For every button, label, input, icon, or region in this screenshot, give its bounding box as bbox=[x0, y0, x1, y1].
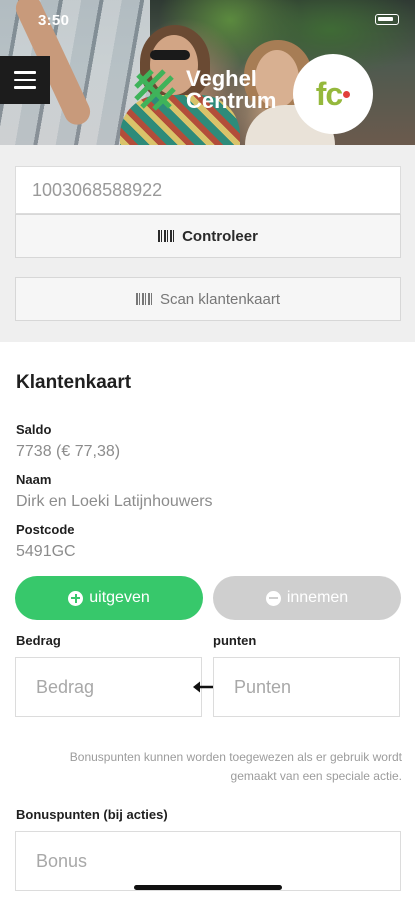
scan-panel: Controleer Scan klantenkaart bbox=[0, 145, 415, 342]
controleer-label: Controleer bbox=[182, 227, 258, 245]
partner-logo-dot bbox=[343, 90, 351, 98]
status-time: 3:50 bbox=[38, 12, 70, 29]
bedrag-input[interactable] bbox=[15, 657, 202, 717]
home-indicator[interactable] bbox=[134, 885, 282, 890]
scan-card-label: Scan klantenkaart bbox=[159, 290, 281, 308]
brand-line1: Veghel bbox=[186, 66, 257, 91]
partner-logo: fc bbox=[293, 54, 373, 134]
barcode-icon bbox=[158, 230, 175, 242]
brand-logo: Veghel Centrum bbox=[132, 67, 276, 113]
hamburger-icon bbox=[14, 86, 36, 89]
brand-mark-icon bbox=[134, 69, 176, 111]
brand-name: Veghel Centrum bbox=[186, 68, 276, 112]
controleer-button[interactable]: Controleer bbox=[15, 214, 401, 258]
plus-circle-icon bbox=[68, 590, 84, 606]
saldo-label: Saldo bbox=[16, 422, 52, 437]
header-hero: 3:50 Veghel Centrum fc bbox=[0, 0, 415, 145]
hamburger-icon bbox=[14, 78, 36, 82]
battery-icon bbox=[375, 14, 399, 25]
hero-sunglasses bbox=[150, 50, 190, 60]
bonus-input[interactable] bbox=[15, 831, 401, 891]
menu-button[interactable] bbox=[0, 56, 50, 104]
naam-label: Naam bbox=[16, 472, 52, 487]
innemen-button[interactable]: innemen bbox=[213, 576, 401, 620]
status-indicators bbox=[375, 14, 399, 25]
brand-line2: Centrum bbox=[186, 88, 277, 113]
bonus-label: Bonuspunten (bij acties) bbox=[16, 807, 168, 822]
punten-input[interactable] bbox=[213, 657, 400, 717]
innemen-label: innemen bbox=[286, 589, 349, 606]
postcode-label: Postcode bbox=[16, 522, 75, 537]
minus-circle-icon bbox=[265, 590, 281, 606]
saldo-value: 7738 (€ 77,38) bbox=[16, 443, 121, 460]
uitgeven-label: uitgeven bbox=[89, 589, 150, 606]
uitgeven-button[interactable]: uitgeven bbox=[15, 576, 203, 620]
scan-card-button[interactable]: Scan klantenkaart bbox=[15, 277, 401, 321]
punten-label: punten bbox=[213, 633, 257, 648]
section-title: Klantenkaart bbox=[16, 372, 132, 393]
partner-logo-text: fc bbox=[315, 75, 343, 112]
naam-value: Dirk en Loeki Latijnhouwers bbox=[16, 493, 213, 510]
bonus-note: Bonuspunten kunnen worden toegewezen als… bbox=[69, 750, 402, 783]
postcode-value: 5491GC bbox=[16, 543, 76, 560]
hamburger-icon bbox=[14, 71, 36, 74]
card-number-input[interactable] bbox=[15, 166, 401, 214]
barcode-icon bbox=[135, 293, 152, 305]
bedrag-label: Bedrag bbox=[16, 633, 61, 648]
